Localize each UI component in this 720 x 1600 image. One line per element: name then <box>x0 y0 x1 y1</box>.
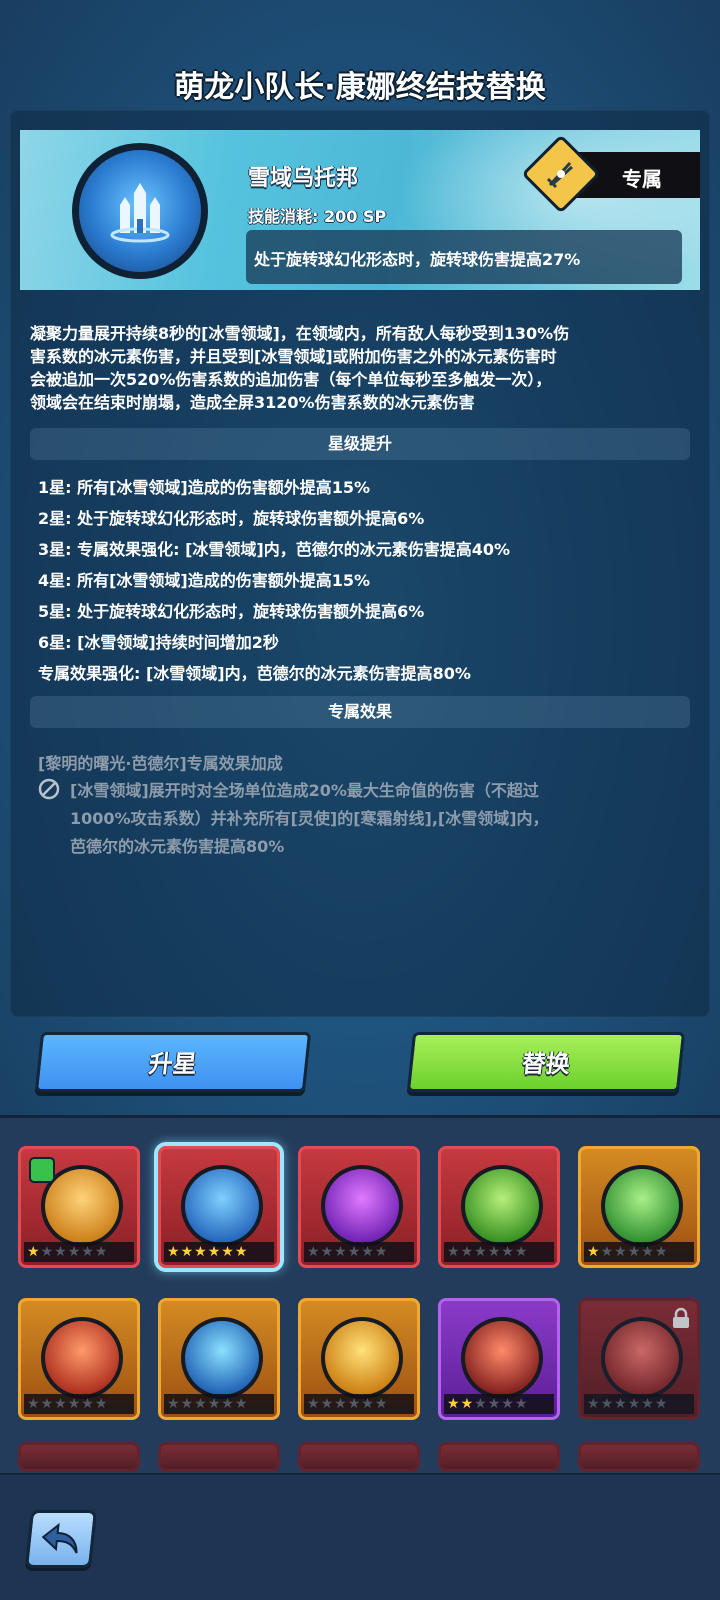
locked-skill-slot[interactable] <box>298 1442 420 1472</box>
star-item: 2星: 处于旋转球幻化形态时，旋转球伤害额外提高6% <box>38 509 425 528</box>
skill-slot[interactable]: ★★★★★★ <box>578 1146 700 1268</box>
skill-slot[interactable]: ★★★★★★ <box>578 1298 700 1420</box>
locked-skill-slot[interactable] <box>158 1442 280 1472</box>
skill-slot[interactable]: ★★★★★★ <box>158 1298 280 1420</box>
explosion-icon <box>601 1317 683 1399</box>
form-effect: 处于旋转球幻化形态时，旋转球伤害提高27% <box>246 230 682 284</box>
star-rating: ★★★★★★ <box>584 1394 694 1414</box>
skill-cost: 技能消耗: 200 SP <box>248 207 387 226</box>
star-item: 专属效果强化: [冰雪领域]内，芭德尔的冰元素伤害提高80% <box>38 664 471 683</box>
star-rating: ★★★★★★ <box>24 1242 134 1262</box>
back-button[interactable] <box>24 1510 98 1568</box>
star-item: 4星: 所有[冰雪领域]造成的伤害额外提高15% <box>38 571 371 590</box>
green-swirl-icon <box>461 1165 543 1247</box>
exclusive-header: 专属效果 <box>30 696 690 728</box>
skill-slot[interactable]: ★★★★★★ <box>298 1298 420 1420</box>
skill-name: 雪域乌托邦 <box>248 166 359 191</box>
star-rating: ★★★★★★ <box>304 1394 414 1414</box>
star-rating: ★★★★★★ <box>304 1242 414 1262</box>
star-item: 5星: 处于旋转球幻化形态时，旋转球伤害额外提高6% <box>38 602 425 621</box>
locked-skill-slot[interactable] <box>438 1442 560 1472</box>
locked-skill-slot[interactable] <box>578 1442 700 1472</box>
star-rating: ★★★★★★ <box>164 1394 274 1414</box>
exclusive-description: [冰雪领域]展开时对全场单位造成20%最大生命值的伤害（不超过 1000%攻击系… <box>70 781 549 856</box>
replace-button[interactable]: 替换 <box>406 1032 686 1092</box>
purple-planet-icon <box>321 1165 403 1247</box>
disabled-icon <box>38 778 60 800</box>
green-arrow-icon <box>601 1165 683 1247</box>
skill-slot[interactable]: ★★★★★★ <box>158 1146 280 1268</box>
star-rating: ★★★★★★ <box>444 1242 554 1262</box>
bottom-bar <box>0 1473 720 1600</box>
skill-slot[interactable]: ★★★★★★ <box>438 1298 560 1420</box>
snow-castle-icon <box>72 143 208 279</box>
locked-skill-slot[interactable] <box>18 1442 140 1472</box>
skill-slot[interactable]: ★★★★★★ <box>298 1146 420 1268</box>
star-item: 1星: 所有[冰雪领域]造成的伤害额外提高15% <box>38 478 371 497</box>
lock-icon <box>673 1307 689 1328</box>
exclusive-source: [黎明的曙光·芭德尔]专属效果加成 <box>38 754 283 773</box>
star-rating: ★★★★★★ <box>164 1242 274 1262</box>
ice-shard-icon <box>181 1317 263 1399</box>
star-rating: ★★★★★★ <box>444 1394 554 1414</box>
star-rating: ★★★★★★ <box>24 1394 134 1414</box>
equipped-badge-icon <box>29 1157 55 1183</box>
star-upgrade-header: 星级提升 <box>30 428 690 460</box>
lightning-icon <box>321 1317 403 1399</box>
meteor-icon <box>41 1317 123 1399</box>
page-title: 萌龙小队长·康娜终结技替换 <box>174 70 546 105</box>
star-up-button[interactable]: 升星 <box>34 1032 312 1092</box>
snow-castle-icon <box>181 1165 263 1247</box>
skill-slot[interactable]: ★★★★★★ <box>18 1146 140 1268</box>
skill-slot[interactable]: ★★★★★★ <box>18 1298 140 1420</box>
back-arrow-icon <box>41 1523 78 1554</box>
skill-description: 凝聚力量展开持续8秒的[冰雪领域]，在领域内，所有敌人每秒受到130%伤 害系数… <box>30 324 570 412</box>
fire-orb-icon <box>461 1317 543 1399</box>
star-item: 6星: [冰雪领域]持续时间增加2秒 <box>38 633 279 652</box>
skill-slot[interactable]: ★★★★★★ <box>438 1146 560 1268</box>
star-rating: ★★★★★★ <box>584 1242 694 1262</box>
star-item: 3星: 专属效果强化: [冰雪领域]内，芭德尔的冰元素伤害提高40% <box>38 540 510 559</box>
